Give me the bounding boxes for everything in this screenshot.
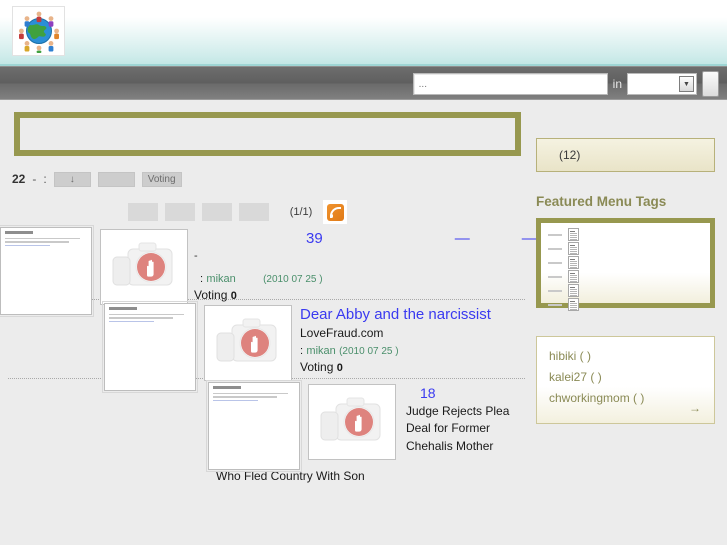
list-item[interactable]: Dear Abby and the narcissist LoveFraud.c… xyxy=(102,301,531,393)
sidebar-count-box[interactable]: (12) xyxy=(536,138,715,172)
tag-row[interactable] xyxy=(545,242,710,255)
search-in-label: in xyxy=(612,77,622,91)
list-item-description-tail: Who Fled Country With Son xyxy=(216,469,365,483)
dash-icon xyxy=(548,303,562,306)
site-header xyxy=(0,0,727,66)
notice-banner xyxy=(14,112,521,156)
toolbar-colon: : xyxy=(43,172,47,186)
page-screenshot-thumbnail[interactable] xyxy=(0,225,94,317)
dash-icon xyxy=(548,289,562,292)
sidebar-featured-heading: Featured Menu Tags xyxy=(536,194,667,209)
list-item-meta: 18 Judge Rejects Plea Deal for Former Ch… xyxy=(396,382,510,455)
page-screenshot-thumbnail[interactable] xyxy=(102,301,198,393)
featured-menu-tags-box xyxy=(536,218,715,311)
chevron-down-icon[interactable]: ▼ xyxy=(679,76,694,92)
page-indicator: (1/1) xyxy=(289,206,313,218)
document-icon xyxy=(568,298,579,311)
pagination-button[interactable] xyxy=(164,203,195,221)
dash-icon xyxy=(548,261,562,264)
pagination-button[interactable] xyxy=(238,203,269,221)
tag-row[interactable] xyxy=(545,270,710,283)
globe-people-logo-icon xyxy=(16,9,62,53)
site-logo[interactable] xyxy=(12,6,65,56)
list-item-title[interactable]: 39 xyxy=(306,229,323,249)
list-item-voting: Voting 0 xyxy=(194,287,537,304)
sort-voting-button[interactable]: Voting xyxy=(141,171,182,187)
top-navbar: in ▼ xyxy=(0,66,727,100)
search-scope-select[interactable]: ▼ xyxy=(627,73,697,95)
sidebar-user-item[interactable]: kalei27 ( ) xyxy=(549,367,714,388)
voting-label: Voting xyxy=(300,360,334,375)
list-item-title[interactable]: 18 xyxy=(420,384,510,403)
list-item[interactable]: 18 Judge Rejects Plea Deal for Former Ch… xyxy=(206,380,531,472)
list-item-title[interactable]: Dear Abby and the narcissist xyxy=(300,305,491,325)
list-item-link-dash[interactable]: — xyxy=(455,229,470,249)
pagination-button[interactable] xyxy=(201,203,232,221)
pagination: (1/1) xyxy=(0,200,531,224)
pagination-button[interactable] xyxy=(127,203,158,221)
tag-row[interactable] xyxy=(545,256,710,269)
search-area: in ▼ xyxy=(412,71,719,97)
voting-count: 0 xyxy=(230,289,237,302)
sort-descending-button[interactable]: ↓ xyxy=(53,171,91,187)
sidebar: (12) Featured Menu Tags hibiki () kalei… xyxy=(531,100,727,424)
search-input[interactable] xyxy=(412,73,608,95)
list-item-description: Judge Rejects Plea Deal for Former Cheha… xyxy=(406,403,510,453)
list-item-by-label: : xyxy=(300,345,304,358)
list-item-source: LoveFraud.com xyxy=(300,326,384,341)
sort-alternate-button[interactable] xyxy=(97,171,135,187)
list-toolbar: 22 - : ↓ Voting xyxy=(12,170,531,188)
page-screenshot-thumbnail[interactable] xyxy=(206,380,302,472)
voting-label: Voting xyxy=(194,287,228,302)
list-item-voting: Voting 0 xyxy=(300,359,491,376)
list-item[interactable]: 39 — — - : mikan (2010 07 25 ) Voting 0 xyxy=(0,223,537,317)
list-item-date: (2010 07 25 ) xyxy=(339,346,399,358)
blocked-image-camera-icon xyxy=(308,384,396,460)
tag-row[interactable] xyxy=(545,298,710,311)
document-icon xyxy=(568,270,579,283)
page-body: 22 - : ↓ Voting (1/1) 39 — — -: mikan (… xyxy=(0,100,727,545)
list-item-source: - xyxy=(194,250,198,263)
document-icon xyxy=(568,242,579,255)
list-item-meta: 39 — — - : mikan (2010 07 25 ) Voting 0 xyxy=(188,227,537,304)
rss-feed-icon[interactable] xyxy=(323,200,348,224)
sidebar-user-item[interactable]: hibiki ( ) xyxy=(549,346,714,367)
list-item-date: (2010 07 25 ) xyxy=(263,274,323,286)
voting-count: 0 xyxy=(336,362,343,375)
dash-icon xyxy=(548,233,562,236)
sidebar-users-more-link[interactable]: → xyxy=(689,401,701,415)
document-icon xyxy=(568,284,579,297)
main-column: 22 - : ↓ Voting (1/1) 39 — — -: mikan (… xyxy=(0,100,537,483)
list-item-user[interactable]: mikan xyxy=(206,273,235,285)
list-item-meta: Dear Abby and the narcissist LoveFraud.c… xyxy=(292,303,491,376)
list-item-user[interactable]: mikan xyxy=(306,345,335,357)
tag-row[interactable] xyxy=(545,228,710,241)
search-submit-button[interactable] xyxy=(702,71,719,97)
document-icon xyxy=(568,228,579,241)
item-count: 22 xyxy=(12,172,26,186)
sidebar-count-label: (12) xyxy=(559,148,581,162)
sidebar-users-box: hibiki ( ) kalei27 ( ) chworkingmom ( ) … xyxy=(536,336,715,424)
toolbar-dash: - xyxy=(32,172,37,186)
dash-icon xyxy=(548,275,562,278)
document-icon xyxy=(568,256,579,269)
tag-row[interactable] xyxy=(545,284,710,297)
dash-icon xyxy=(548,247,562,250)
blocked-image-camera-icon xyxy=(100,229,188,305)
blocked-image-camera-icon xyxy=(204,305,292,381)
list-item-by-label: : xyxy=(200,273,204,286)
